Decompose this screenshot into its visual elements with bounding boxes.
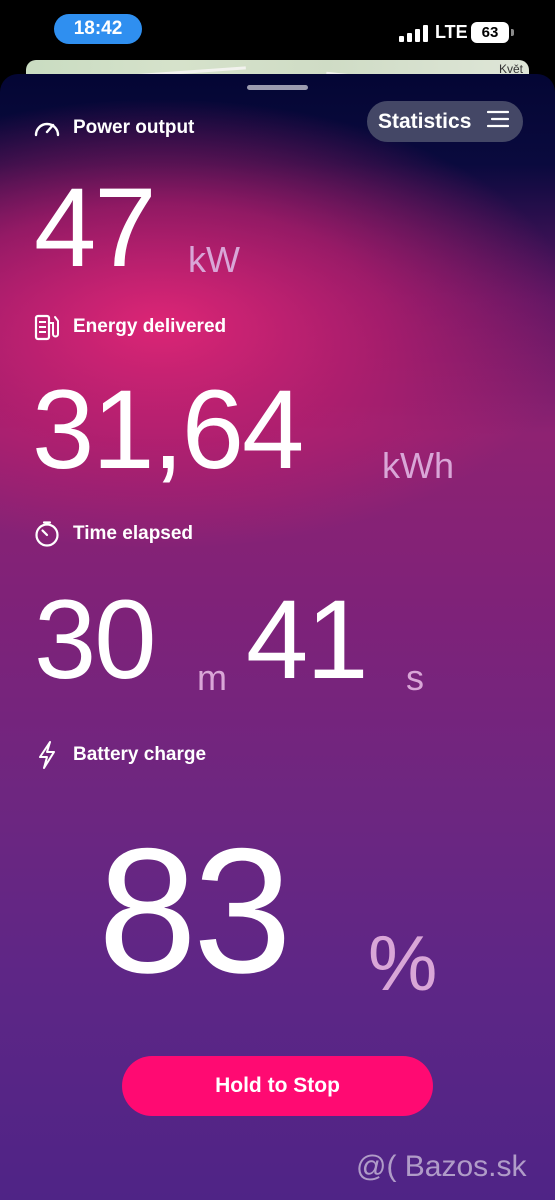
elapsed-minutes-unit: m xyxy=(197,657,227,698)
statistics-button[interactable]: Statistics xyxy=(367,101,523,142)
ev-charger-icon xyxy=(33,312,61,342)
time-elapsed-label: Time elapsed xyxy=(73,523,194,544)
battery-label: Battery charge xyxy=(73,744,207,765)
battery-label-row: Battery charge xyxy=(33,740,206,770)
status-bar: 18:42 LTE 63 xyxy=(0,0,555,62)
power-output-label-row: Power output xyxy=(33,116,194,140)
elapsed-seconds-unit: s xyxy=(406,657,424,698)
battery-indicator: 63 xyxy=(471,22,514,43)
elapsed-seconds-value: 41 xyxy=(246,577,369,702)
power-unit: kW xyxy=(188,239,240,280)
speedometer-icon xyxy=(33,116,61,140)
charging-sheet: Power output Statistics 47 kW Energy del… xyxy=(0,74,555,1200)
sheet-grabber[interactable] xyxy=(247,85,308,90)
time-elapsed-label-row: Time elapsed xyxy=(33,520,193,548)
menu-lines-icon xyxy=(487,109,510,135)
energy-label: Energy delivered xyxy=(73,316,227,337)
timer-icon xyxy=(33,520,61,548)
network-type: LTE xyxy=(435,22,468,42)
status-time[interactable]: 18:42 xyxy=(54,14,142,44)
power-value: 47 xyxy=(34,165,157,290)
lightning-icon xyxy=(33,740,61,770)
energy-value: 31,64 xyxy=(32,367,304,492)
battery-unit: % xyxy=(368,919,438,1007)
power-output-label: Power output xyxy=(73,117,195,138)
statistics-label: Statistics xyxy=(378,109,472,133)
signal-strength-icon xyxy=(399,24,429,42)
energy-unit: kWh xyxy=(382,445,454,486)
energy-label-row: Energy delivered xyxy=(33,312,226,342)
battery-value: 83 xyxy=(98,811,292,1010)
watermark: @( Bazos.sk xyxy=(356,1150,527,1183)
hold-to-stop-button[interactable]: Hold to Stop xyxy=(122,1056,433,1116)
elapsed-minutes-value: 30 xyxy=(34,577,157,702)
